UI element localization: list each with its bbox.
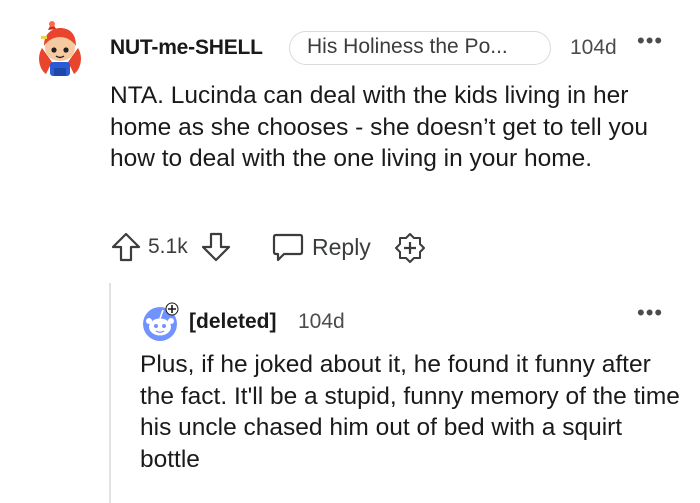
award-button[interactable] xyxy=(394,232,426,269)
reply-timestamp[interactable]: 104d xyxy=(298,310,345,334)
upvote-arrow-icon xyxy=(111,232,141,262)
user-flair: His Holiness the Po... xyxy=(289,31,551,65)
default-snoo-avatar-icon xyxy=(143,302,179,341)
downvote-arrow-icon xyxy=(201,232,231,262)
reply-username[interactable]: [deleted] xyxy=(189,310,277,334)
reply-label[interactable]: Reply xyxy=(312,234,371,261)
downvote-button[interactable] xyxy=(200,231,232,268)
comment-body: NTA. Lucinda can deal with the kids livi… xyxy=(110,82,648,172)
comment-timestamp[interactable]: 104d xyxy=(570,36,617,60)
avatar[interactable] xyxy=(34,18,86,80)
more-options-button[interactable]: ••• xyxy=(637,28,663,54)
speech-bubble-icon xyxy=(272,233,304,262)
reply-more-options-button[interactable]: ••• xyxy=(637,300,663,326)
reply-body: Plus, if he joked about it, he found it … xyxy=(140,351,680,473)
upvote-button[interactable] xyxy=(110,231,142,268)
thread-line[interactable] xyxy=(109,283,111,503)
award-plus-icon xyxy=(395,233,425,263)
snoo-red-hair-avatar-icon xyxy=(39,21,81,76)
comment-username[interactable]: NUT-me-SHELL xyxy=(110,36,263,60)
reply-button[interactable] xyxy=(272,232,304,267)
vote-count: 5.1k xyxy=(148,235,188,258)
reply-avatar[interactable] xyxy=(140,302,182,342)
